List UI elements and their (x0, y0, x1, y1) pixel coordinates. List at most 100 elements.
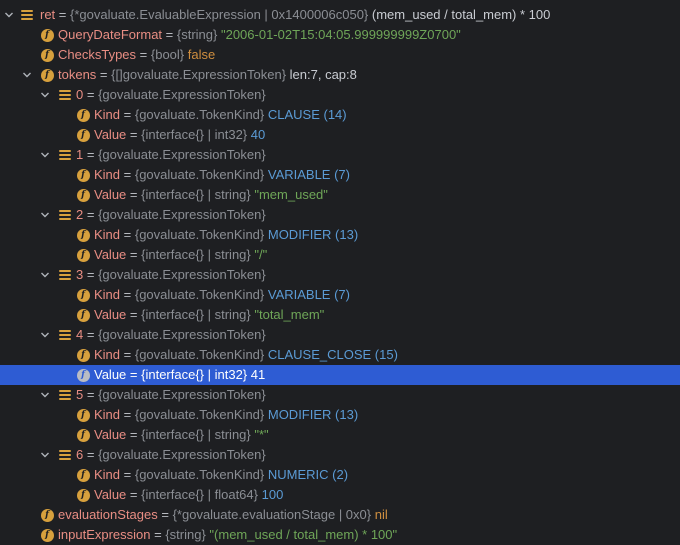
token-5-value-row[interactable]: f Value = {interface{} | string} "*" (0, 425, 680, 445)
var-value: CLAUSE_CLOSE (15) (264, 347, 398, 362)
field-f-icon: f (76, 488, 90, 502)
equals-sign: = (126, 307, 142, 322)
debugger-variables-tree: ret = {*govaluate.EvaluableExpression | … (0, 0, 680, 545)
var-type: {[]govaluate.ExpressionToken} (111, 67, 287, 82)
var-type: {govaluate.ExpressionToken} (98, 207, 266, 222)
token-row-5[interactable]: 5 = {govaluate.ExpressionToken} (0, 385, 680, 405)
var-type: {govaluate.ExpressionToken} (98, 267, 266, 282)
var-type: {govaluate.TokenKind} (134, 407, 265, 422)
chevron-down-icon[interactable] (22, 70, 32, 80)
var-type: {govaluate.TokenKind} (134, 347, 265, 362)
var-name: Value (94, 127, 127, 142)
var-type: {govaluate.ExpressionToken} (98, 447, 266, 462)
equals-sign: = (126, 367, 142, 382)
var-name: QueryDateFormat (58, 27, 163, 42)
equals-sign: = (83, 87, 99, 102)
var-type: {*govaluate.evaluationStage | 0x0} (172, 507, 372, 522)
var-value: MODIFIER (13) (264, 227, 359, 242)
var-name: Kind (94, 347, 121, 362)
var-row-ret[interactable]: ret = {*govaluate.EvaluableExpression | … (0, 5, 680, 25)
var-type: {govaluate.TokenKind} (134, 107, 265, 122)
equals-sign: = (120, 227, 135, 242)
chevron-down-icon[interactable] (40, 390, 50, 400)
var-value: NUMERIC (2) (264, 467, 349, 482)
field-f-icon: f (76, 108, 90, 122)
token-3-value-row[interactable]: f Value = {interface{} | string} "total_… (0, 305, 680, 325)
var-name: ChecksTypes (58, 47, 137, 62)
token-5-kind-row[interactable]: f Kind = {govaluate.TokenKind} MODIFIER … (0, 405, 680, 425)
field-f-icon: f (76, 368, 90, 382)
chevron-down-icon[interactable] (40, 330, 50, 340)
var-name: Value (94, 487, 127, 502)
var-type: {interface{} | int32} (141, 127, 248, 142)
var-name: Kind (94, 287, 121, 302)
token-6-kind-row[interactable]: f Kind = {govaluate.TokenKind} NUMERIC (… (0, 465, 680, 485)
token-row-3[interactable]: 3 = {govaluate.ExpressionToken} (0, 265, 680, 285)
token-0-value-row[interactable]: f Value = {interface{} | int32} 40 (0, 125, 680, 145)
list-object-icon (58, 208, 72, 222)
equals-sign: = (126, 247, 142, 262)
var-value: VARIABLE (7) (264, 287, 350, 302)
chevron-down-icon[interactable] (40, 450, 50, 460)
token-2-value-row[interactable]: f Value = {interface{} | string} "/" (0, 245, 680, 265)
var-value: 40 (247, 127, 266, 142)
token-row-2[interactable]: 2 = {govaluate.ExpressionToken} (0, 205, 680, 225)
token-4-kind-row[interactable]: f Kind = {govaluate.TokenKind} CLAUSE_CL… (0, 345, 680, 365)
token-row-1[interactable]: 1 = {govaluate.ExpressionToken} (0, 145, 680, 165)
field-f-icon: f (76, 168, 90, 182)
equals-sign: = (83, 387, 99, 402)
chevron-down-icon[interactable] (40, 150, 50, 160)
var-row-tokens[interactable]: f tokens = {[]govaluate.ExpressionToken}… (0, 65, 680, 85)
var-name: Kind (94, 227, 121, 242)
field-f-icon: f (40, 68, 54, 82)
token-4-value-row-selected[interactable]: f Value = {interface{} | int32} 41 (0, 365, 680, 385)
token-3-kind-row[interactable]: f Kind = {govaluate.TokenKind} VARIABLE … (0, 285, 680, 305)
equals-sign: = (83, 207, 99, 222)
equals-sign: = (126, 187, 142, 202)
var-type: {govaluate.ExpressionToken} (98, 87, 266, 102)
chevron-down-icon[interactable] (40, 270, 50, 280)
equals-sign: = (120, 347, 135, 362)
field-f-icon: f (76, 468, 90, 482)
equals-sign: = (126, 127, 142, 142)
var-type: {interface{} | string} (141, 427, 251, 442)
list-object-icon (58, 448, 72, 462)
var-name: Value (94, 187, 127, 202)
equals-sign: = (83, 267, 99, 282)
equals-sign: = (126, 427, 142, 442)
token-row-4[interactable]: 4 = {govaluate.ExpressionToken} (0, 325, 680, 345)
var-value: (mem_used / total_mem) * 100 (368, 7, 551, 22)
token-row-6[interactable]: 6 = {govaluate.ExpressionToken} (0, 445, 680, 465)
equals-sign: = (120, 287, 135, 302)
var-value: nil (371, 507, 388, 522)
equals-sign: = (126, 487, 142, 502)
token-6-value-row[interactable]: f Value = {interface{} | float64} 100 (0, 485, 680, 505)
var-name: Value (94, 247, 127, 262)
var-name: tokens (58, 67, 97, 82)
var-type: {interface{} | int32} (141, 367, 248, 382)
var-name: Value (94, 307, 127, 322)
var-row-checkstypes[interactable]: f ChecksTypes = {bool} false (0, 45, 680, 65)
token-1-kind-row[interactable]: f Kind = {govaluate.TokenKind} VARIABLE … (0, 165, 680, 185)
var-type: {interface{} | string} (141, 307, 251, 322)
var-row-querydateformat[interactable]: f QueryDateFormat = {string} "2006-01-02… (0, 25, 680, 45)
token-0-kind-row[interactable]: f Kind = {govaluate.TokenKind} CLAUSE (1… (0, 105, 680, 125)
field-f-icon: f (40, 508, 54, 522)
equals-sign: = (162, 27, 177, 42)
var-type: {govaluate.ExpressionToken} (98, 147, 266, 162)
chevron-down-icon[interactable] (40, 210, 50, 220)
token-row-0[interactable]: 0 = {govaluate.ExpressionToken} (0, 85, 680, 105)
token-2-kind-row[interactable]: f Kind = {govaluate.TokenKind} MODIFIER … (0, 225, 680, 245)
field-f-icon: f (76, 308, 90, 322)
field-f-icon: f (76, 248, 90, 262)
chevron-down-icon[interactable] (4, 10, 14, 20)
var-row-inputexpression[interactable]: f inputExpression = {string} "(mem_used … (0, 525, 680, 545)
var-name: Kind (94, 107, 121, 122)
var-value: 100 (258, 487, 284, 502)
chevron-down-icon[interactable] (40, 90, 50, 100)
var-row-evaluationstages[interactable]: f evaluationStages = {*govaluate.evaluat… (0, 505, 680, 525)
var-value: 41 (247, 367, 266, 382)
token-1-value-row[interactable]: f Value = {interface{} | string} "mem_us… (0, 185, 680, 205)
var-name: Kind (94, 167, 121, 182)
var-type: {string} (176, 27, 218, 42)
